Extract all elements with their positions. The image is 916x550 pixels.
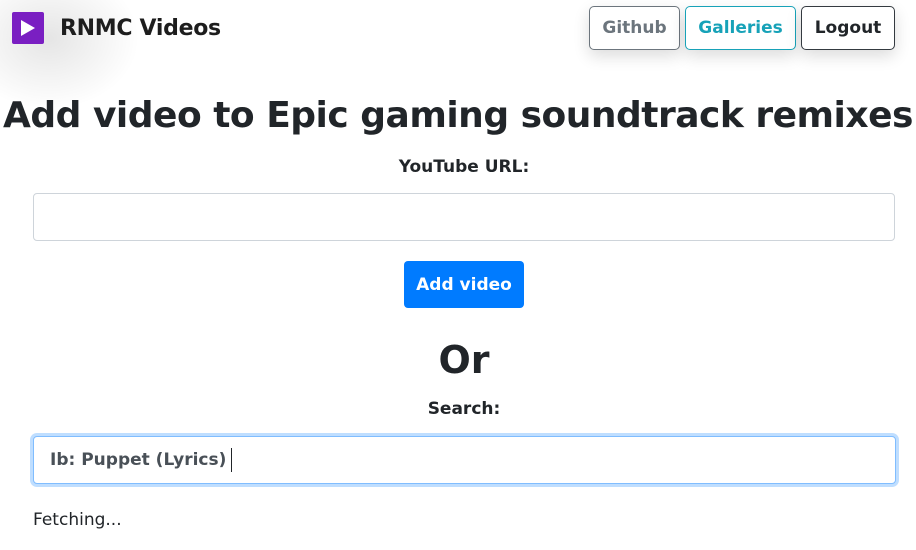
text-caret [231,448,233,472]
brand-name: RNMC Videos [60,15,221,41]
search-input[interactable]: Ib: Puppet (Lyrics) [33,436,896,484]
youtube-url-label: YouTube URL: [398,157,530,177]
navbar-brand[interactable]: RNMC Videos [12,12,221,44]
github-button[interactable]: Github [589,6,680,50]
play-icon [12,12,44,44]
navbar-buttons: Github Galleries Logout [589,6,895,50]
youtube-url-input[interactable] [33,193,895,241]
or-divider: Or [438,338,490,382]
page-title: Add video to Epic gaming soundtrack remi… [3,95,913,136]
add-video-button[interactable]: Add video [404,261,524,308]
status-text: Fetching... [33,510,122,530]
search-label: Search: [427,399,501,419]
galleries-button[interactable]: Galleries [685,6,796,50]
logout-button[interactable]: Logout [801,6,895,50]
search-input-value: Ib: Puppet (Lyrics) [50,450,227,470]
